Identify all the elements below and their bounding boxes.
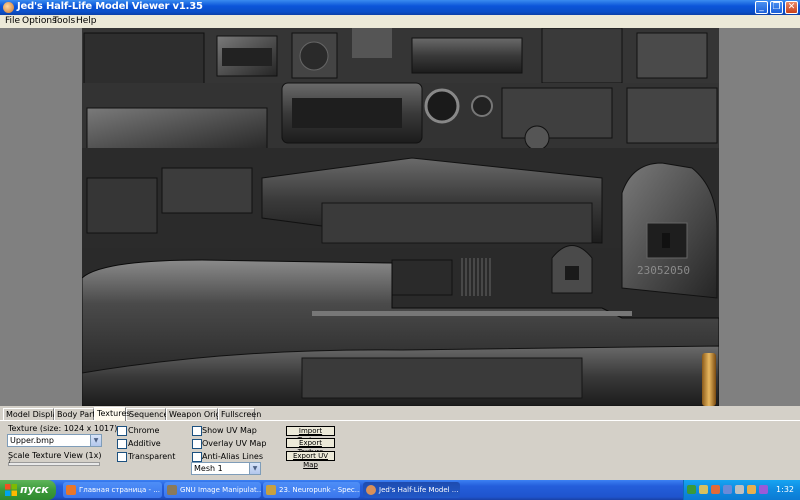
tab-body-parts[interactable]: Body Parts	[54, 408, 100, 420]
tab-sequences[interactable]: Sequences	[126, 408, 173, 420]
tab-strip: Model Display Body Parts Textures Sequen…	[0, 407, 800, 421]
show-uv-map-checkbox[interactable]	[192, 426, 202, 436]
chevron-down-icon[interactable]: ▼	[90, 435, 101, 446]
transparent-label: Transparent	[128, 452, 176, 461]
tab-textures[interactable]: Textures	[94, 407, 130, 421]
clock[interactable]: 1:32	[776, 480, 794, 500]
texture-viewport[interactable]: 23052050	[0, 28, 800, 406]
windows-flag-icon	[5, 484, 17, 496]
chevron-down-icon[interactable]: ▼	[249, 463, 260, 474]
anti-alias-label: Anti-Alias Lines	[202, 452, 263, 461]
scale-slider[interactable]	[8, 462, 100, 466]
show-uv-map-label: Show UV Map	[202, 426, 257, 435]
tray-app-icon[interactable]	[711, 485, 720, 494]
task-browser[interactable]: Главная страница - ...	[63, 482, 162, 498]
task-label: GNU Image Manipulat...	[180, 486, 261, 494]
transparent-checkbox[interactable]	[117, 452, 127, 462]
close-button[interactable]: ✕	[785, 1, 798, 14]
title-bar[interactable]: Jed's Half-Life Model Viewer v1.35 _ ❐ ✕	[0, 0, 800, 15]
scale-slider-value: ?	[8, 458, 12, 465]
scale-texture-label: Scale Texture View (1x)	[8, 451, 102, 460]
chrome-label: Chrome	[128, 426, 160, 435]
overlay-uv-map-checkbox[interactable]	[192, 439, 202, 449]
texture-size-label: Texture (size: 1024 x 1017)	[8, 424, 118, 433]
tray-volume-icon[interactable]	[699, 485, 708, 494]
model-viewer-icon	[366, 485, 376, 495]
tab-fullscreen[interactable]: Fullscreen	[218, 408, 261, 420]
texture-serial-label: 23052050	[637, 264, 690, 277]
maximize-button[interactable]: ❐	[770, 1, 783, 14]
weapon-texture-image: 23052050	[82, 28, 719, 406]
menu-tools[interactable]: Tools	[53, 16, 75, 26]
overlay-uv-map-label: Overlay UV Map	[202, 439, 267, 448]
tray-app-icon[interactable]	[759, 485, 768, 494]
start-label: пуск	[20, 483, 49, 496]
music-player-icon	[266, 485, 276, 495]
mesh-select-value: Mesh 1	[194, 464, 223, 473]
menu-help[interactable]: Help	[76, 16, 97, 26]
menu-options[interactable]: Options	[22, 16, 57, 26]
chrome-checkbox[interactable]	[117, 426, 127, 436]
mesh-select[interactable]: Mesh 1 ▼	[191, 462, 261, 475]
start-button[interactable]: пуск	[0, 480, 56, 500]
tab-model-display[interactable]: Model Display	[3, 408, 62, 420]
task-label: Jed's Half-Life Model ...	[379, 486, 459, 494]
export-texture-button[interactable]: Export Texture	[286, 438, 335, 456]
tray-app-icon[interactable]	[747, 485, 756, 494]
textures-panel: Texture (size: 1024 x 1017) Upper.bmp ▼ …	[0, 420, 800, 481]
tray-app-icon[interactable]	[723, 485, 732, 494]
menu-bar: File Options Tools Help	[0, 15, 800, 28]
app-icon	[3, 2, 14, 13]
gimp-icon	[167, 485, 177, 495]
texture-select-value: Upper.bmp	[10, 436, 54, 445]
task-label: Главная страница - ...	[79, 486, 160, 494]
tray-app-icon[interactable]	[735, 485, 744, 494]
system-tray: 1:32	[683, 480, 800, 500]
import-texture-button[interactable]: Import Texture	[286, 426, 335, 444]
anti-alias-checkbox[interactable]	[192, 452, 202, 462]
task-label: 23. Neuropunk - Spec...	[279, 486, 360, 494]
export-uv-map-button[interactable]: Export UV Map	[286, 451, 335, 469]
tray-network-icon[interactable]	[687, 485, 696, 494]
menu-file[interactable]: File	[5, 16, 20, 26]
texture-select[interactable]: Upper.bmp ▼	[7, 434, 102, 447]
firefox-icon	[66, 485, 76, 495]
task-model-viewer[interactable]: Jed's Half-Life Model ...	[363, 482, 460, 498]
additive-label: Additive	[128, 439, 161, 448]
task-gimp[interactable]: GNU Image Manipulat...	[164, 482, 261, 498]
additive-checkbox[interactable]	[117, 439, 127, 449]
tab-weapon-origin[interactable]: Weapon Origin	[166, 408, 228, 420]
task-music-player[interactable]: 23. Neuropunk - Spec...	[263, 482, 360, 498]
taskbar: пуск Главная страница - ... GNU Image Ma…	[0, 480, 800, 500]
minimize-button[interactable]: _	[755, 1, 768, 14]
window-title: Jed's Half-Life Model Viewer v1.35	[17, 1, 203, 12]
